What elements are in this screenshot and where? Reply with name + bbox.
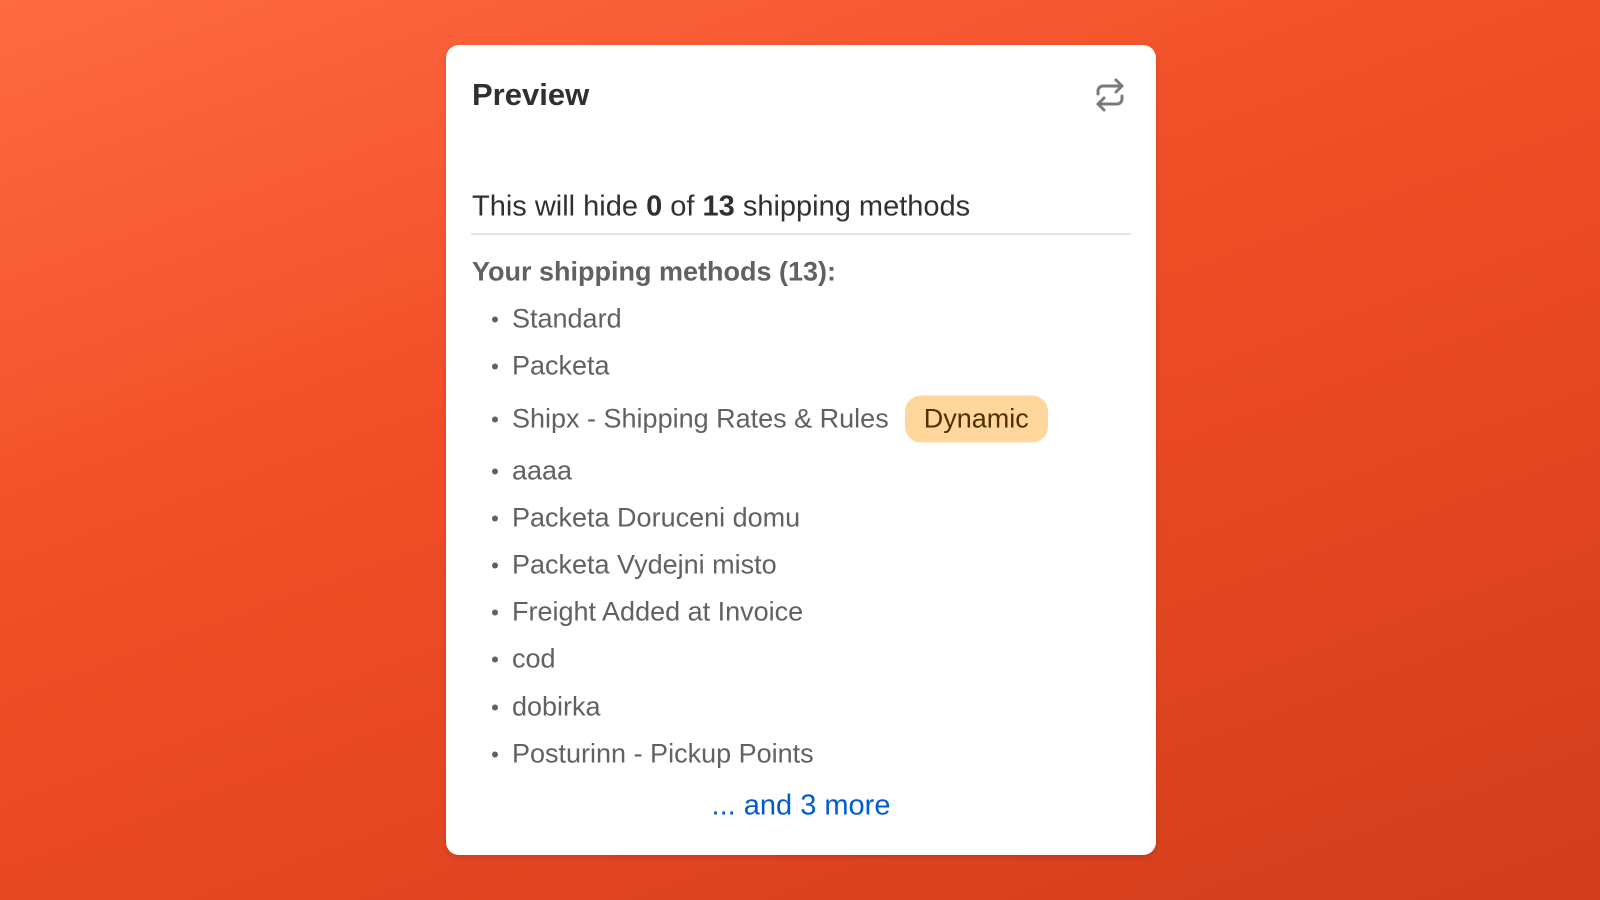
hidden-count: 0	[646, 190, 663, 223]
summary-middle: of	[662, 190, 703, 223]
list-item: Freight Added at Invoice	[492, 597, 803, 628]
list-item: Standard	[492, 304, 622, 335]
list-item: Packeta Vydejni misto	[492, 550, 777, 581]
card-title: Preview	[472, 77, 590, 112]
summary-suffix: shipping methods	[734, 190, 971, 223]
hide-summary: This will hide 0 of 13 shipping methods	[472, 191, 970, 224]
method-name: dobirka	[512, 691, 601, 722]
bullet-icon	[492, 562, 498, 568]
list-item: dobirka	[492, 692, 601, 723]
bullet-icon	[492, 416, 498, 422]
bullet-icon	[492, 468, 498, 474]
method-name: Standard	[512, 303, 622, 334]
bullet-icon	[492, 363, 498, 369]
list-item: Packeta Doruceni domu	[492, 503, 800, 534]
list-item: Shipx - Shipping Rates & Rules Dynamic	[492, 395, 1048, 443]
method-name: Packeta Vydejni misto	[512, 549, 777, 580]
method-name: aaaa	[512, 455, 573, 486]
methods-heading: Your shipping methods (13):	[472, 256, 836, 287]
bullet-icon	[492, 609, 498, 615]
method-name: Packeta	[512, 350, 610, 381]
refresh-icon	[1096, 78, 1124, 112]
dynamic-badge: Dynamic	[904, 395, 1048, 443]
bullet-icon	[492, 751, 498, 757]
bullet-icon	[492, 656, 498, 662]
summary-prefix: This will hide	[472, 190, 647, 223]
bullet-icon	[492, 316, 498, 322]
bullet-icon	[492, 704, 498, 710]
show-more-link[interactable]: ... and 3 more	[446, 790, 1156, 823]
bullet-icon	[492, 515, 498, 521]
refresh-button[interactable]	[1090, 75, 1130, 115]
preview-card: Preview This will hide 0 of 13 shipping …	[446, 45, 1156, 855]
method-name: Freight Added at Invoice	[512, 596, 804, 627]
list-item: Posturinn - Pickup Points	[492, 739, 814, 770]
method-name: Posturinn - Pickup Points	[512, 738, 814, 769]
method-name: cod	[512, 643, 556, 674]
card-header: Preview	[472, 75, 1130, 115]
list-item: cod	[492, 644, 556, 675]
list-item: Packeta	[492, 351, 610, 382]
divider	[471, 233, 1131, 235]
list-item: aaaa	[492, 456, 572, 487]
total-count: 13	[702, 190, 735, 223]
method-name: Packeta Doruceni domu	[512, 502, 801, 533]
method-name: Shipx - Shipping Rates & Rules	[512, 403, 889, 434]
